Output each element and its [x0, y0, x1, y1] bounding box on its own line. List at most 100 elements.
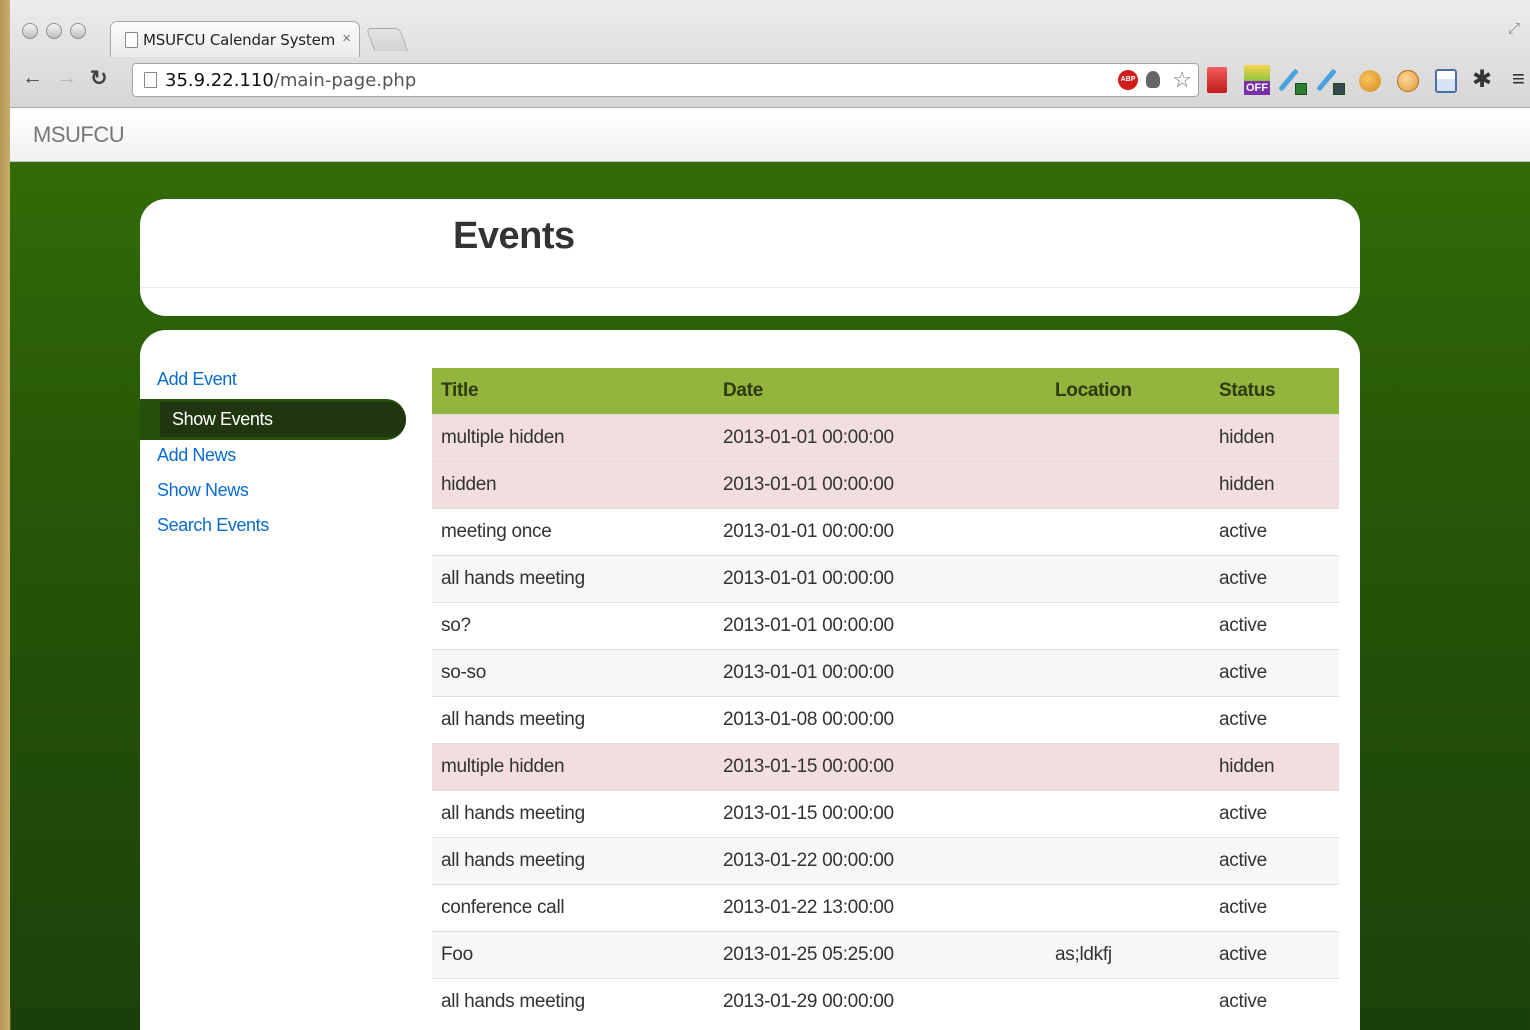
cell-date: 2013-01-25 05:25:00 — [714, 931, 1046, 979]
cell-location — [1046, 884, 1210, 932]
header-panel: Events — [140, 199, 1360, 316]
menu-icon[interactable]: ≡ — [1512, 66, 1525, 92]
close-window-button[interactable] — [22, 23, 38, 39]
table-row[interactable]: all hands meeting 2013-01-15 00:00:00 acti… — [432, 790, 1339, 838]
window-resizer-icon[interactable] — [1435, 69, 1457, 93]
sidebar-item-add-event[interactable]: Add Event — [140, 364, 410, 399]
zoom-window-button[interactable] — [70, 23, 86, 39]
table-row[interactable]: all hands meeting 2013-01-29 00:00:00 acti… — [432, 978, 1339, 1025]
sidebar-item-show-events[interactable]: Show Events — [140, 399, 406, 440]
cell-location — [1046, 790, 1210, 838]
cell-title: all hands meeting — [432, 555, 714, 603]
cookie-editor-icon[interactable] — [1397, 70, 1419, 92]
cell-status: active — [1210, 978, 1339, 1025]
cell-date: 2013-01-08 00:00:00 — [714, 696, 1046, 744]
cell-status: active — [1210, 884, 1339, 932]
page-title: Events — [453, 215, 575, 257]
address-bar[interactable]: 35.9.22.110/main-page.php ABP ☆ — [132, 63, 1199, 97]
cell-date: 2013-01-01 00:00:00 — [714, 602, 1046, 650]
cell-status: active — [1210, 696, 1339, 744]
cell-date: 2013-01-15 00:00:00 — [714, 743, 1046, 791]
cell-date: 2013-01-01 00:00:00 — [714, 649, 1046, 697]
cell-title: so? — [432, 602, 714, 650]
column-header-date[interactable]: Date — [714, 368, 1046, 415]
cell-status: active — [1210, 508, 1339, 556]
cell-date: 2013-01-01 00:00:00 — [714, 508, 1046, 556]
table-row[interactable]: so? 2013-01-01 00:00:00 active — [432, 602, 1339, 650]
events-table-body: multiple hidden 2013-01-01 00:00:00 hidden… — [432, 414, 1339, 1025]
cell-date: 2013-01-29 00:00:00 — [714, 978, 1046, 1025]
url-text[interactable]: 35.9.22.110/main-page.php — [165, 70, 416, 91]
cell-location — [1046, 978, 1210, 1025]
page-icon — [125, 32, 138, 48]
back-icon[interactable]: ← — [22, 66, 43, 90]
table-row[interactable]: Foo 2013-01-25 05:25:00 as;ldkfj active — [432, 931, 1339, 979]
cell-title: multiple hidden — [432, 414, 714, 462]
cell-title: all hands meeting — [432, 837, 714, 885]
column-header-location[interactable]: Location — [1046, 368, 1210, 415]
cell-location — [1046, 696, 1210, 744]
column-header-status[interactable]: Status — [1210, 368, 1339, 415]
reload-icon[interactable]: ↻ — [90, 66, 108, 91]
sidebar-nav: Add Event Show Events Add News Show News… — [140, 364, 410, 545]
cell-title: all hands meeting — [432, 790, 714, 838]
cell-location: as;ldkfj — [1046, 931, 1210, 979]
cookie-icon[interactable] — [1359, 70, 1381, 92]
cell-title: multiple hidden — [432, 743, 714, 791]
cell-location — [1046, 743, 1210, 791]
table-row[interactable]: all hands meeting 2013-01-01 00:00:00 acti… — [432, 555, 1339, 603]
pdf-extension-icon[interactable] — [1207, 67, 1227, 93]
cell-date: 2013-01-01 00:00:00 — [714, 555, 1046, 603]
cell-status: active — [1210, 931, 1339, 979]
gear-icon[interactable]: ✱ — [1472, 65, 1492, 94]
cell-date: 2013-01-22 00:00:00 — [714, 837, 1046, 885]
cell-title: hidden — [432, 461, 714, 509]
lightbulb-icon[interactable] — [1146, 71, 1160, 88]
table-row[interactable]: meeting once 2013-01-01 00:00:00 active — [432, 508, 1339, 556]
cell-status: active — [1210, 649, 1339, 697]
new-tab-button[interactable] — [365, 28, 409, 51]
cell-status: active — [1210, 837, 1339, 885]
table-row[interactable]: all hands meeting 2013-01-08 00:00:00 acti… — [432, 696, 1339, 744]
table-row[interactable]: so-so 2013-01-01 00:00:00 active — [432, 649, 1339, 697]
cell-title: meeting once — [432, 508, 714, 556]
main-panel: Add Event Show Events Add News Show News… — [140, 330, 1360, 1030]
cell-date: 2013-01-22 13:00:00 — [714, 884, 1046, 932]
browser-tab[interactable]: MSUFCU Calendar System × — [110, 21, 360, 57]
table-row[interactable]: all hands meeting 2013-01-22 00:00:00 acti… — [432, 837, 1339, 885]
header-divider — [140, 287, 1360, 288]
cell-status: active — [1210, 790, 1339, 838]
forward-icon[interactable]: → — [56, 66, 77, 90]
column-header-title[interactable]: Title — [432, 368, 714, 415]
toggle-extension-icon[interactable]: OFF — [1244, 65, 1270, 95]
cell-title: Foo — [432, 931, 714, 979]
table-row[interactable]: multiple hidden 2013-01-01 00:00:00 hidden — [432, 414, 1339, 462]
cell-date: 2013-01-01 00:00:00 — [714, 461, 1046, 509]
sidebar-item-show-news[interactable]: Show News — [140, 475, 410, 510]
sidebar-item-add-news[interactable]: Add News — [140, 440, 410, 475]
cell-status: active — [1210, 602, 1339, 650]
table-row[interactable]: hidden 2013-01-01 00:00:00 hidden — [432, 461, 1339, 509]
tab-close-icon[interactable]: × — [342, 30, 351, 47]
table-row[interactable]: multiple hidden 2013-01-15 00:00:00 hidden — [432, 743, 1339, 791]
fullscreen-icon[interactable]: ⤢ — [1508, 20, 1520, 37]
brand-logo[interactable]: MSUFCU — [33, 122, 125, 148]
cell-location — [1046, 461, 1210, 509]
cell-date: 2013-01-01 00:00:00 — [714, 414, 1046, 462]
cell-location — [1046, 602, 1210, 650]
cell-status: hidden — [1210, 414, 1339, 462]
minimize-window-button[interactable] — [46, 23, 62, 39]
tab-title: MSUFCU Calendar System — [143, 31, 336, 49]
color-picker-icon[interactable] — [1316, 65, 1345, 95]
table-row[interactable]: conference call 2013-01-22 13:00:00 active — [432, 884, 1339, 932]
cell-status: active — [1210, 555, 1339, 603]
cell-location — [1046, 837, 1210, 885]
cell-title: all hands meeting — [432, 978, 714, 1025]
cell-location — [1046, 414, 1210, 462]
bookmark-star-icon[interactable]: ☆ — [1172, 67, 1192, 93]
sidebar-item-search-events[interactable]: Search Events — [140, 510, 410, 545]
eyedropper-icon[interactable] — [1278, 65, 1307, 95]
table-header-row: Title Date Location Status — [432, 368, 1339, 415]
adblock-icon[interactable]: ABP — [1118, 70, 1138, 90]
cell-status: hidden — [1210, 461, 1339, 509]
